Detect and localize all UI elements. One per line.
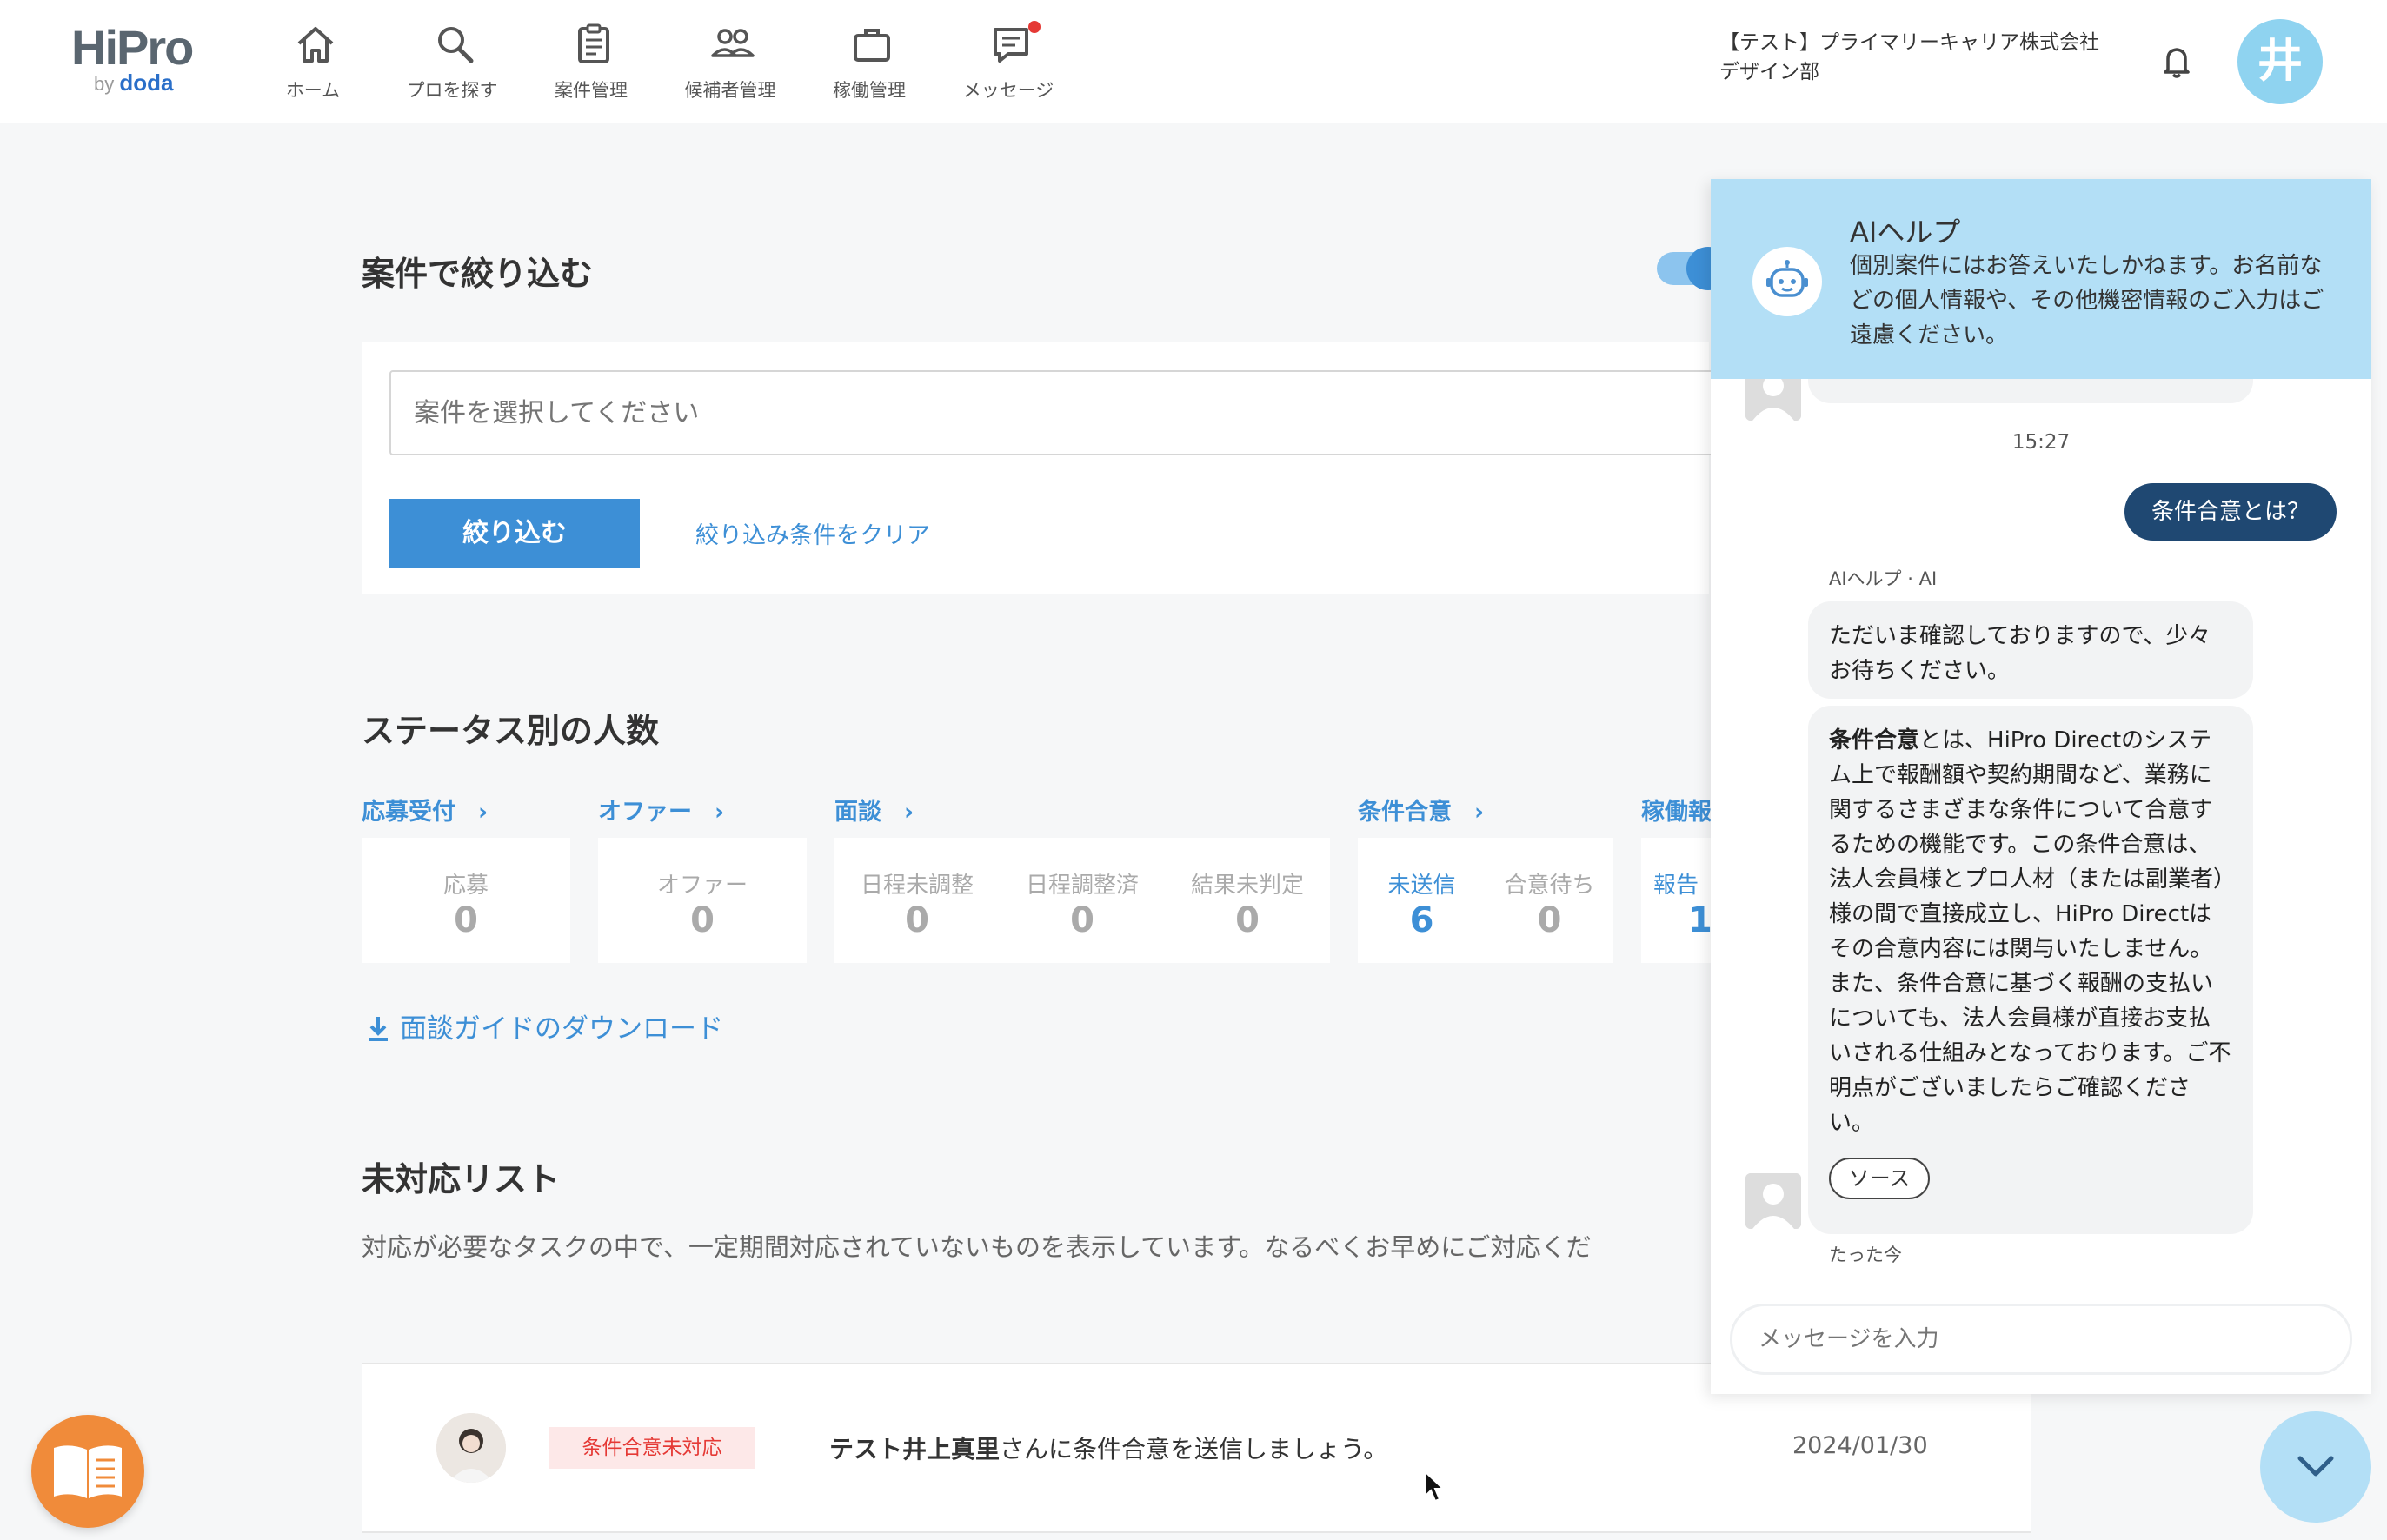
message-timestamp: 15:27 xyxy=(2011,431,2071,454)
pending-title: 未対応リスト xyxy=(362,1160,561,1198)
clear-filter-link[interactable]: 絞り込み条件をクリア xyxy=(695,516,930,550)
status-cell[interactable]: 結果未判定 0 xyxy=(1165,838,1330,963)
clipboard-icon xyxy=(578,23,609,63)
main-nav: ホーム プロを探す 案件管理 候補者管理 稼働管理 メッセージ xyxy=(243,17,1078,113)
source-button[interactable]: ソース xyxy=(1829,1158,1930,1199)
nav-home[interactable]: ホーム xyxy=(243,17,382,113)
robot-icon xyxy=(1752,247,1822,316)
chat-collapse-button[interactable] xyxy=(2260,1411,2371,1523)
nav-search-pro-label: プロを探す xyxy=(406,80,498,101)
ai-message-time: たった今 xyxy=(1829,1245,1902,1265)
briefcase-icon xyxy=(854,29,890,62)
download-icon xyxy=(369,1017,388,1041)
status-cell[interactable]: 応募 0 xyxy=(383,838,549,963)
unread-dot xyxy=(1028,21,1041,33)
message-icon xyxy=(994,28,1028,63)
filter-submit-button[interactable]: 絞り込む xyxy=(389,499,640,568)
status-group-interview[interactable]: 面談 › xyxy=(834,793,914,826)
chat-header: AIヘルプ 個別案件にはお答えいたしかねます。お名前などの個人情報や、その他機密… xyxy=(1711,179,2371,379)
status-cell[interactable]: 日程未調整 0 xyxy=(834,838,1000,963)
ai-message-bubble: ただいま確認しておりますので、少々お待ちください。 xyxy=(1808,601,2253,699)
search-icon xyxy=(438,27,474,63)
chevron-down-icon xyxy=(2297,1456,2334,1477)
chevron-right-icon: › xyxy=(904,799,914,826)
status-group-application[interactable]: 応募受付 › xyxy=(362,793,488,826)
nav-candidates-label: 候補者管理 xyxy=(684,80,776,101)
ai-sender-label: AIヘルプ · AI xyxy=(1829,568,1938,589)
project-select-input[interactable] xyxy=(389,370,1780,455)
status-cell[interactable]: 報告 1 xyxy=(1653,838,1711,963)
task-status-badge: 条件合意未対応 xyxy=(549,1427,755,1469)
status-card-agreement: 未送信 6 合意待ち 0 xyxy=(1358,838,1613,963)
chat-title: AIヘルプ xyxy=(1850,216,1961,249)
ai-message-bubble: 条件合意とは、HiPro Directのシステム上で報酬額や契約期間など、業務に… xyxy=(1808,706,2253,1234)
candidate-avatar xyxy=(436,1413,506,1483)
status-cell[interactable]: オファー 0 xyxy=(620,838,785,963)
nav-home-label: ホーム xyxy=(285,80,341,101)
department-name: デザイン部 xyxy=(1719,61,1819,83)
status-card-offer: オファー 0 xyxy=(598,838,807,963)
ai-avatar xyxy=(1745,1173,1801,1229)
status-card-application: 応募 0 xyxy=(362,838,570,963)
mouse-cursor-icon xyxy=(1424,1469,1446,1503)
status-group-report[interactable]: 稼働報 xyxy=(1641,793,1712,826)
nav-candidates[interactable]: 候補者管理 xyxy=(661,17,800,113)
filter-title: 案件で絞り込む xyxy=(362,255,594,293)
nav-messages-label: メッセージ xyxy=(962,80,1054,101)
status-group-offer[interactable]: オファー › xyxy=(598,793,724,826)
hipro-logo[interactable]: HiPro by doda xyxy=(71,19,209,97)
ai-help-panel: AIヘルプ 個別案件にはお答えいたしかねます。お名前などの個人情報や、その他機密… xyxy=(1711,179,2371,1394)
company-info[interactable]: 【テスト】プライマリーキャリア株式会社 デザイン部 xyxy=(1719,28,2099,87)
chevron-right-icon: › xyxy=(478,799,489,826)
user-message-bubble: 条件合意とは？ xyxy=(2124,483,2337,541)
chevron-right-icon: › xyxy=(1474,799,1485,826)
status-title: ステータス別の人数 xyxy=(362,712,660,750)
people-icon xyxy=(711,29,755,57)
nav-projects[interactable]: 案件管理 xyxy=(522,17,661,113)
user-avatar[interactable]: 井 xyxy=(2237,19,2323,104)
status-cell[interactable]: 日程調整済 0 xyxy=(1000,838,1165,963)
task-date: 2024/01/30 xyxy=(1792,1432,1928,1459)
company-name: 【テスト】プライマリーキャリア株式会社 xyxy=(1719,31,2099,54)
filter-card: 絞り込む 絞り込み条件をクリア xyxy=(362,342,1780,594)
status-cell[interactable]: 合意待ち 0 xyxy=(1486,838,1613,963)
status-card-report: 報告 1 xyxy=(1641,838,1711,963)
nav-projects-label: 案件管理 xyxy=(555,80,628,101)
home-icon xyxy=(297,27,334,63)
book-icon xyxy=(54,1445,122,1498)
chat-notice: 個別案件にはお答えいたしかねます。お名前などの個人情報や、その他機密情報のご入力… xyxy=(1850,253,2324,348)
nav-search-pro[interactable]: プロを探す xyxy=(382,17,522,113)
nav-operations[interactable]: 稼働管理 xyxy=(800,17,939,113)
nav-messages[interactable]: メッセージ xyxy=(939,17,1078,113)
status-cell[interactable]: 未送信 6 xyxy=(1358,838,1486,963)
logo-sub: by doda xyxy=(94,70,174,96)
bell-icon[interactable] xyxy=(2156,40,2198,82)
chat-message-input[interactable] xyxy=(1730,1304,2352,1375)
chevron-right-icon: › xyxy=(715,799,725,826)
task-message: テスト井上真里さんに条件合意を送信しましょう。 xyxy=(829,1435,1388,1464)
interview-guide-download[interactable]: 面談ガイドのダウンロード xyxy=(365,1006,723,1045)
status-group-agreement[interactable]: 条件合意 › xyxy=(1358,793,1484,826)
top-header: HiPro by doda ホーム プロを探す 案件管理 候補者管理 稼働管理 … xyxy=(0,0,2387,123)
status-card-interview: 日程未調整 0 日程調整済 0 結果未判定 0 xyxy=(834,838,1330,963)
nav-operations-label: 稼働管理 xyxy=(833,80,906,101)
logo-text: HiPro xyxy=(71,20,194,75)
pending-description: 対応が必要なタスクの中で、一定期間対応されていないものを表示しています。なるべく… xyxy=(362,1232,1592,1262)
guide-book-button[interactable] xyxy=(31,1415,144,1528)
